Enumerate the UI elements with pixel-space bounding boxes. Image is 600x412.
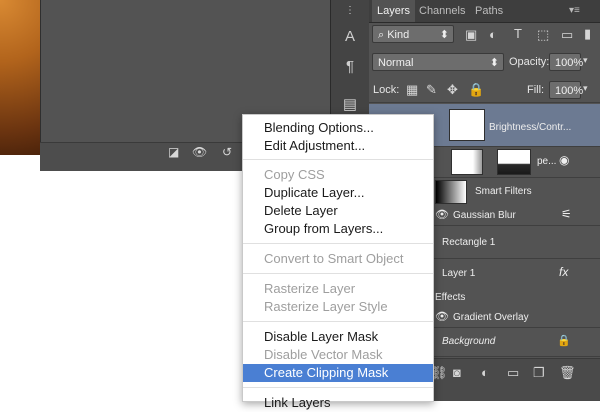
smart-object-icon: ◉ <box>559 153 570 167</box>
effects-label: Effects <box>435 292 466 303</box>
opacity-input[interactable]: 100% <box>549 53 583 71</box>
menu-item-convert-smart-object[interactable]: Convert to Smart Object <box>243 250 433 268</box>
fill-label: Fill: <box>527 84 545 96</box>
opacity-label: Opacity: <box>509 56 550 68</box>
filter-name[interactable]: Gaussian Blur <box>453 210 516 221</box>
new-layer-icon[interactable]: ❐ <box>533 365 545 381</box>
layer-mask-thumbnail <box>497 149 531 175</box>
context-menu: Blending Options... Edit Adjustment... C… <box>242 114 434 410</box>
menu-item-group-from-layers[interactable]: Group from Layers... <box>243 220 433 238</box>
visibility-icon[interactable]: 👁 <box>435 208 449 221</box>
effect-name[interactable]: Gradient Overlay <box>453 312 529 323</box>
blend-row: Normal ⬍ Opacity: 100% ▾ <box>369 50 600 74</box>
grip-icon: ⋮ <box>345 5 355 16</box>
menu-item-rasterize-layer[interactable]: Rasterize Layer <box>243 280 433 298</box>
menu-item-disable-vector-mask[interactable]: Disable Vector Mask <box>243 346 433 364</box>
menu-item-disable-layer-mask[interactable]: Disable Layer Mask <box>243 328 433 346</box>
lock-pixels-icon[interactable]: ✎ <box>426 82 437 98</box>
blend-mode-value: Normal <box>378 57 414 69</box>
shape-filter-icon[interactable]: ⬚ <box>537 27 549 43</box>
layer-name[interactable]: Layer 1 <box>442 268 475 279</box>
hide-icon[interactable]: ◪ <box>168 145 179 159</box>
layer-thumbnail <box>451 149 483 175</box>
filter-kind-select[interactable]: ⌕ Kind ⬍ <box>372 25 454 43</box>
pixel-filter-icon[interactable]: ▣ <box>465 27 477 43</box>
layer-thumbnail <box>449 109 485 141</box>
menu-item-edit-adjustment[interactable]: Edit Adjustment... <box>243 137 433 155</box>
menu-item-delete-layer[interactable]: Delete Layer <box>243 202 433 220</box>
opacity-dropdown-icon[interactable]: ▾ <box>583 55 588 66</box>
adjustment-filter-icon[interactable]: ◐ <box>489 27 497 42</box>
menu-item-copy-css[interactable]: Copy CSS <box>243 166 433 184</box>
layer-name[interactable]: Brightness/Contr... <box>489 122 571 133</box>
menu-separator <box>243 387 433 388</box>
filter-toggle-icon[interactable]: ▮ <box>584 26 591 42</box>
menu-item-blending-options[interactable]: Blending Options... <box>243 119 433 137</box>
visibility-icon[interactable]: 👁 <box>435 310 449 323</box>
panel-menu-icon[interactable]: ▾≡ <box>564 0 585 22</box>
tab-paths[interactable]: Paths <box>470 0 508 22</box>
type-filter-icon[interactable]: T <box>514 26 522 41</box>
smart-object-filter-icon[interactable]: ▭ <box>561 27 573 43</box>
lock-icon: 🔒 <box>557 335 571 347</box>
menu-item-create-clipping-mask[interactable]: Create Clipping Mask <box>243 364 433 382</box>
adjustment-layer-icon[interactable]: ◐ <box>481 365 489 380</box>
lock-transparency-icon[interactable]: ▦ <box>406 82 418 98</box>
add-mask-icon[interactable]: ◙ <box>453 365 461 380</box>
tab-layers[interactable]: Layers <box>372 0 416 22</box>
layer-name[interactable]: Rectangle 1 <box>442 237 495 248</box>
fill-input[interactable]: 100% <box>549 81 583 99</box>
lock-label: Lock: <box>373 84 400 96</box>
paragraph-icon[interactable]: ¶ <box>338 56 362 78</box>
panel-tabs: Layers Channels Paths ▾≡ <box>369 0 600 23</box>
menu-separator <box>243 273 433 274</box>
lock-all-icon[interactable]: 🔒 <box>468 82 484 98</box>
layer-comps-icon[interactable]: ▤ <box>338 94 362 116</box>
menu-item-rasterize-layer-style[interactable]: Rasterize Layer Style <box>243 298 433 316</box>
lock-position-icon[interactable]: ✥ <box>447 82 458 98</box>
menu-separator <box>243 321 433 322</box>
filter-mask-thumbnail <box>435 180 467 204</box>
undo-icon[interactable]: ↺ <box>222 145 232 159</box>
layer-name[interactable]: Background <box>442 336 495 347</box>
fill-dropdown-icon[interactable]: ▾ <box>583 83 588 94</box>
filter-kind-label: Kind <box>387 29 410 41</box>
folder-icon[interactable]: ▭ <box>507 365 519 381</box>
smart-filters-label: Smart Filters <box>475 186 532 197</box>
visibility-icon[interactable]: 👁 <box>192 145 207 159</box>
filter-options-icon[interactable]: ⚟ <box>561 207 572 221</box>
lock-row: Lock: ▦ ✎ ✥ 🔒 Fill: 100% ▾ <box>369 78 600 103</box>
menu-item-link-layers[interactable]: Link Layers <box>243 394 433 412</box>
filter-row: ⌕ Kind ⬍ ▣ ◐ T ⬚ ▭ ▮ <box>369 22 600 48</box>
fx-icon[interactable]: fx <box>559 265 568 279</box>
character-icon[interactable]: A <box>338 26 362 48</box>
layer-name[interactable]: pe... <box>537 156 556 167</box>
trash-icon[interactable]: 🗑 <box>559 365 576 381</box>
tab-channels[interactable]: Channels <box>414 0 470 22</box>
blend-mode-select[interactable]: Normal ⬍ <box>372 53 504 71</box>
menu-separator <box>243 159 433 160</box>
menu-item-duplicate-layer[interactable]: Duplicate Layer... <box>243 184 433 202</box>
menu-separator <box>243 243 433 244</box>
